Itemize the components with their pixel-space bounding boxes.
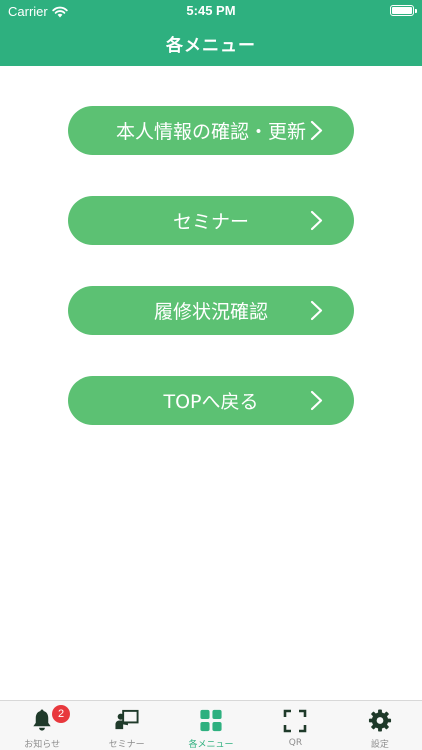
grid-icon xyxy=(200,709,222,732)
chevron-right-icon xyxy=(310,210,323,231)
notification-badge: 2 xyxy=(52,705,70,723)
menu-item-label: 履修状況確認 xyxy=(153,301,268,323)
seminar-button[interactable]: セミナー xyxy=(68,196,354,245)
tab-label: セミナー xyxy=(108,740,145,750)
navigation-header: Carrier 5:45 PM 各メニュー xyxy=(0,0,422,66)
back-to-top-button[interactable]: TOPへ戻る xyxy=(68,376,354,425)
course-status-button[interactable]: 履修状況確認 xyxy=(68,286,354,335)
gear-icon xyxy=(368,709,391,732)
chevron-right-icon xyxy=(310,300,323,321)
tab-bar: 2 お知らせ セミナー 各メニュー QR 設定 xyxy=(0,700,422,750)
tab-label: QR xyxy=(288,738,303,748)
tab-menu[interactable]: 各メニュー xyxy=(169,701,253,750)
tab-seminar[interactable]: セミナー xyxy=(84,701,168,750)
status-bar: Carrier 5:45 PM xyxy=(0,0,422,22)
menu-item-label: TOPへ戻る xyxy=(163,391,259,413)
menu-item-label: セミナー xyxy=(172,211,249,233)
menu-list: 本人情報の確認・更新 セミナー 履修状況確認 TOPへ戻る xyxy=(68,106,354,466)
seminar-icon xyxy=(115,709,139,730)
tab-label: 各メニュー xyxy=(188,740,234,750)
tab-notifications[interactable]: 2 お知らせ xyxy=(0,701,84,750)
battery-icon xyxy=(390,5,417,16)
tab-settings[interactable]: 設定 xyxy=(338,701,422,750)
page-title: 各メニュー xyxy=(166,36,256,56)
tab-label: お知らせ xyxy=(24,740,61,750)
menu-item-label: 本人情報の確認・更新 xyxy=(115,121,306,143)
profile-update-button[interactable]: 本人情報の確認・更新 xyxy=(68,106,354,155)
tab-qr[interactable]: QR xyxy=(253,701,337,750)
status-time: 5:45 PM xyxy=(186,3,236,18)
tab-label: 設定 xyxy=(370,740,389,750)
chevron-right-icon xyxy=(310,120,323,141)
chevron-right-icon xyxy=(310,390,323,411)
qr-scan-icon xyxy=(284,709,307,733)
